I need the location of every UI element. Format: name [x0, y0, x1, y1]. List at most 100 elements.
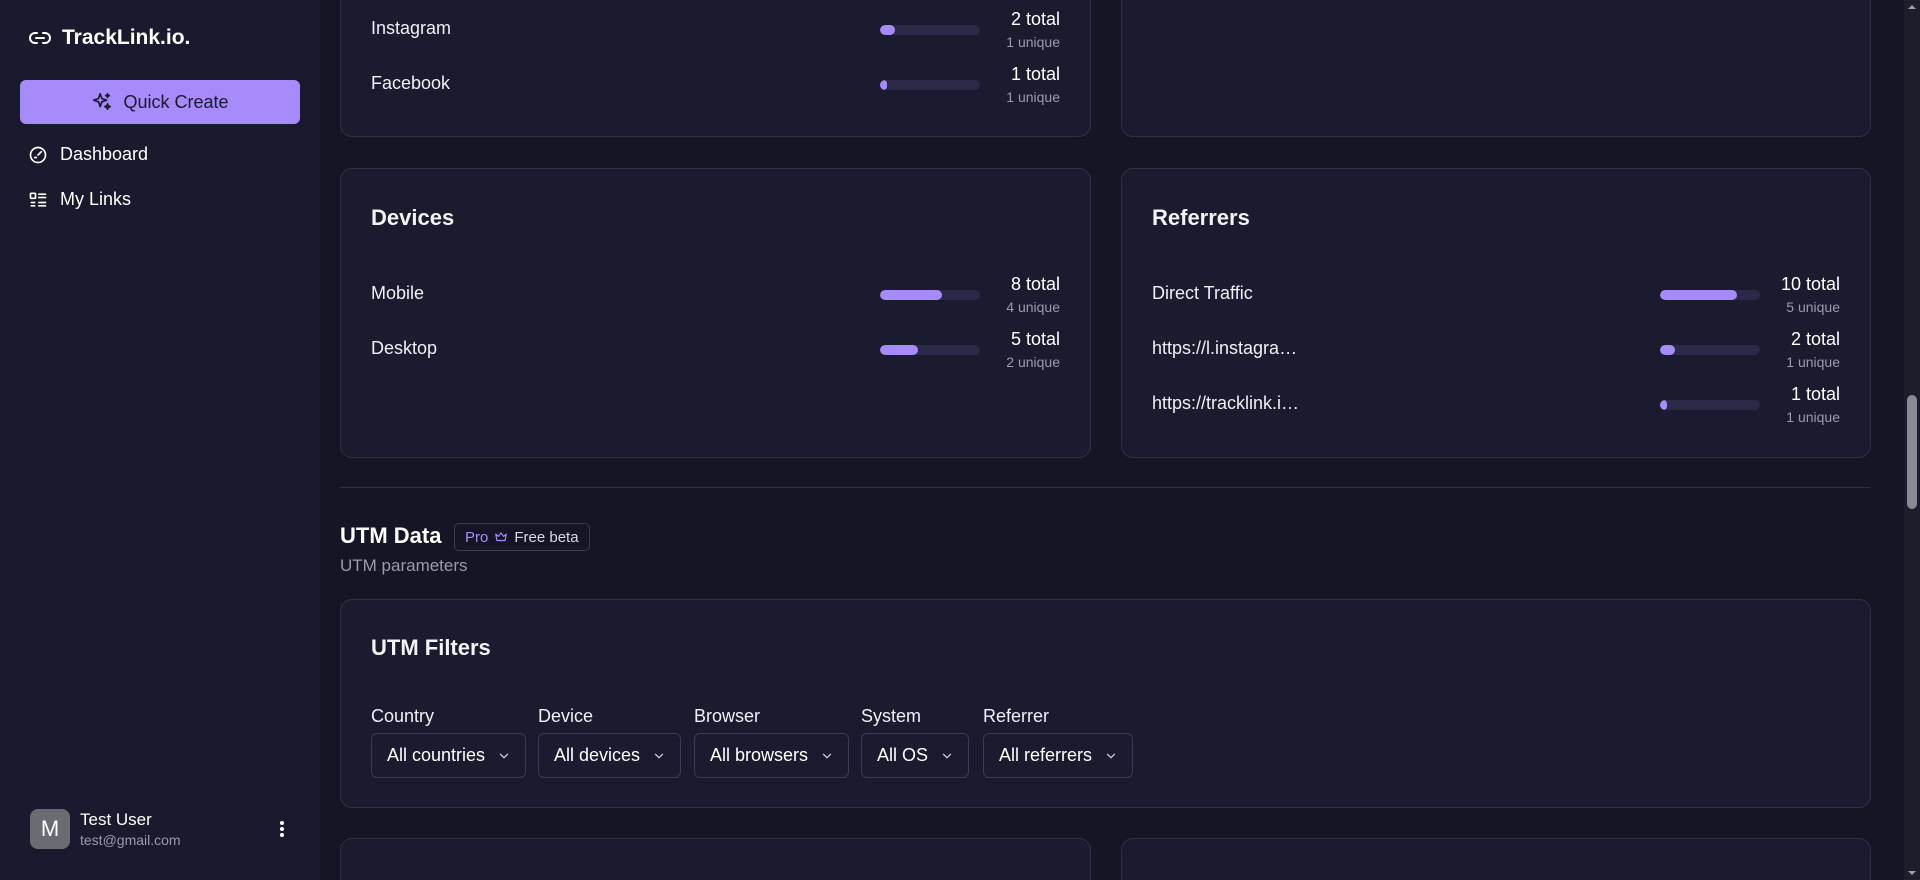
- row-unique: 1 unique: [1006, 34, 1060, 50]
- quick-create-label: Quick Create: [123, 91, 229, 112]
- filter-country: Country All countries: [371, 706, 527, 778]
- progress-fill: [880, 345, 918, 355]
- row-unique: 2 unique: [1006, 354, 1060, 370]
- list-item: Mobile 8 total 4 unique: [371, 274, 1060, 320]
- progress-fill: [1660, 400, 1667, 410]
- section-divider: [340, 487, 1870, 488]
- quick-create-button[interactable]: Quick Create: [20, 80, 300, 124]
- sidebar-item-label: Dashboard: [60, 144, 149, 164]
- scroll-down-arrow-icon[interactable]: [1907, 868, 1917, 878]
- referrer-select[interactable]: All referrers: [983, 733, 1134, 778]
- section-title: UTM Data: [340, 523, 442, 548]
- select-value: All devices: [554, 745, 641, 765]
- row-total: 5 total: [1010, 329, 1060, 349]
- filter-browser: Browser All browsers: [694, 706, 850, 778]
- crown-icon: [495, 532, 508, 542]
- card-title: UTM Filters: [371, 635, 491, 660]
- sidebar-item-dashboard[interactable]: Dashboard: [28, 144, 148, 165]
- utm-medium-card: [1121, 838, 1871, 880]
- filter-device: Device All devices: [538, 706, 682, 778]
- row-label: Desktop: [371, 338, 438, 358]
- list-item: Facebook 1 total 1 unique: [371, 64, 1060, 110]
- sidebar: TrackLink.io. Quick Create Dashboard My …: [0, 0, 320, 880]
- progress-bar: [1660, 400, 1760, 410]
- row-total: 8 total: [1010, 274, 1060, 294]
- row-label: Facebook: [371, 73, 451, 93]
- row-total: 2 total: [1790, 329, 1840, 349]
- progress-fill: [1660, 290, 1737, 300]
- pro-badge: Pro Free beta: [454, 523, 590, 551]
- user-profile[interactable]: M Test User test@gmail.com: [30, 808, 292, 850]
- referrers-card: Referrers Direct Traffic 10 total 5 uniq…: [1121, 168, 1871, 458]
- country-select[interactable]: All countries: [371, 733, 527, 778]
- filter-label: Country: [371, 706, 435, 726]
- list-item: https://l.instagra… 2 total 1 unique: [1152, 329, 1840, 375]
- devices-card: Devices Mobile 8 total 4 unique Desktop …: [340, 168, 1091, 458]
- filter-label: Device: [538, 706, 594, 726]
- progress-bar: [1660, 290, 1760, 300]
- chevron-down-icon: [654, 753, 664, 759]
- list-item: Direct Traffic 10 total 5 unique: [1152, 274, 1840, 320]
- row-label: Mobile: [371, 283, 425, 303]
- list-item: https://tracklink.i… 1 total 1 unique: [1152, 384, 1840, 430]
- gauge-icon: [29, 146, 47, 163]
- chevron-down-icon: [499, 753, 509, 759]
- social-card: Instagram 2 total 1 unique Facebook 1 to…: [340, 0, 1091, 137]
- scroll-up-arrow-icon[interactable]: [1907, 2, 1917, 12]
- badge-text: Free beta: [514, 528, 579, 546]
- list-item: Instagram 2 total 1 unique: [371, 9, 1060, 55]
- progress-bar: [880, 25, 980, 35]
- filter-label: Referrer: [983, 706, 1050, 726]
- sparkles-icon: [93, 92, 112, 111]
- select-value: All referrers: [999, 745, 1093, 765]
- list-item: Desktop 5 total 2 unique: [371, 329, 1060, 375]
- brand-name: TrackLink.io.: [62, 26, 191, 49]
- brand[interactable]: TrackLink.io.: [28, 26, 190, 50]
- progress-bar: [880, 80, 980, 90]
- row-label: Direct Traffic: [1152, 283, 1253, 303]
- select-value: All browsers: [710, 745, 809, 765]
- system-select[interactable]: All OS: [861, 733, 970, 778]
- progress-fill: [880, 25, 895, 35]
- progress-bar: [880, 345, 980, 355]
- card-title: Referrers: [1152, 205, 1250, 230]
- browser-select[interactable]: All browsers: [694, 733, 850, 778]
- row-unique: 4 unique: [1006, 299, 1060, 315]
- top-right-card: [1121, 0, 1871, 137]
- list-icon: [29, 192, 47, 207]
- user-email: test@gmail.com: [80, 832, 181, 848]
- sidebar-item-my-links[interactable]: My Links: [28, 189, 131, 210]
- device-select[interactable]: All devices: [538, 733, 682, 778]
- row-unique: 5 unique: [1786, 299, 1840, 315]
- link-icon: [29, 32, 51, 44]
- row-label: https://tracklink.i…: [1152, 393, 1300, 413]
- more-vertical-icon: [280, 821, 284, 837]
- avatar: M: [30, 809, 70, 849]
- pro-label: Pro: [465, 528, 489, 546]
- select-value: All OS: [877, 745, 929, 765]
- user-name: Test User: [80, 810, 152, 829]
- progress-bar: [1660, 345, 1760, 355]
- progress-fill: [1660, 345, 1675, 355]
- chevron-down-icon: [942, 753, 952, 759]
- progress-fill: [880, 80, 887, 90]
- filter-label: System: [861, 706, 922, 726]
- filter-referrer: Referrer All referrers: [983, 706, 1134, 778]
- card-title: Devices: [371, 205, 455, 230]
- chevron-down-icon: [1106, 753, 1116, 759]
- scrollbar[interactable]: [1904, 0, 1920, 880]
- more-options-button[interactable]: [272, 817, 292, 841]
- chevron-down-icon: [822, 753, 832, 759]
- row-total: 1 total: [1790, 384, 1840, 404]
- scrollbar-thumb[interactable]: [1907, 395, 1917, 509]
- row-total: 2 total: [1010, 9, 1060, 29]
- sidebar-item-label: My Links: [60, 189, 132, 209]
- row-total: 10 total: [1780, 274, 1840, 294]
- row-unique: 1 unique: [1006, 89, 1060, 105]
- row-unique: 1 unique: [1786, 354, 1840, 370]
- filter-label: Browser: [694, 706, 761, 726]
- filter-system: System All OS: [861, 706, 970, 778]
- select-value: All countries: [387, 745, 486, 765]
- progress-bar: [880, 290, 980, 300]
- row-label: Instagram: [371, 18, 452, 38]
